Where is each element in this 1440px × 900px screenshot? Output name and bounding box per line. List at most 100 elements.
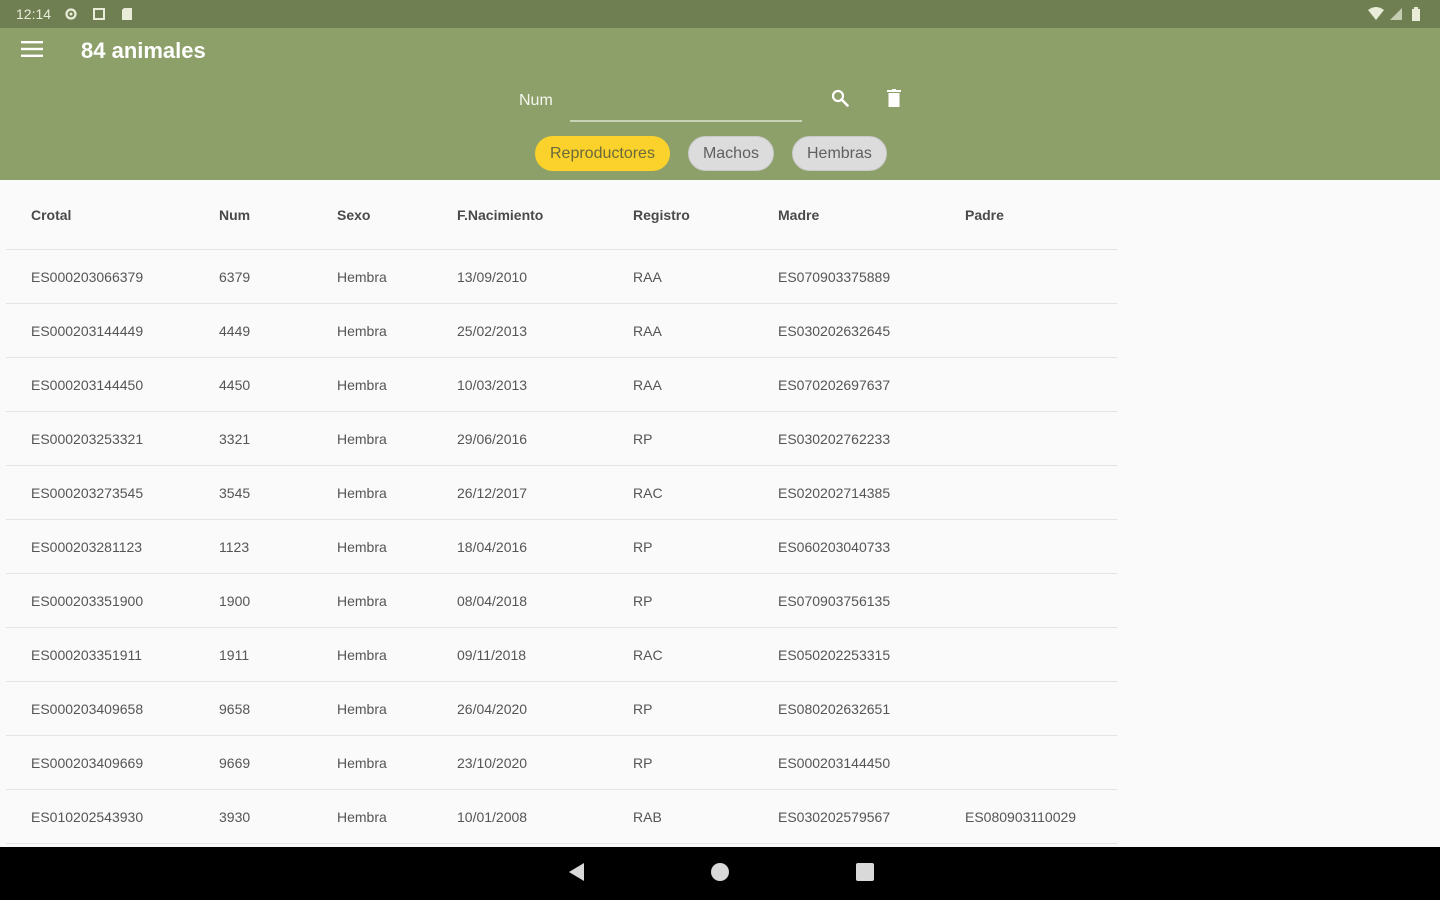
trash-icon	[887, 88, 901, 112]
table-row[interactable]: ES010202543930 3930 Hembra 10/01/2008 RAB ES0…	[6, 789, 1117, 844]
column-header-fnacimiento[interactable]: F.Nacimiento	[432, 180, 608, 250]
recents-icon	[856, 862, 874, 886]
cell-madre: ES030202579567	[753, 789, 940, 844]
home-icon	[710, 862, 730, 887]
cell-madre: ES070903756135	[753, 573, 940, 628]
cell-registro: RAA	[608, 249, 753, 304]
column-header-num[interactable]: Num	[194, 180, 312, 250]
table-row[interactable]: ES000203144450 4450 Hembra 10/03/2013 RAA ES0…	[6, 357, 1117, 412]
table-row[interactable]: ES000203253321 3321 Hembra 29/06/2016 RP ES03…	[6, 411, 1117, 466]
menu-button[interactable]	[14, 36, 50, 66]
chip-reproductores[interactable]: Reproductores	[535, 136, 670, 171]
cell-sexo: Hembra	[312, 627, 432, 682]
sd-card-icon	[119, 6, 135, 22]
navigation-bar	[0, 847, 1440, 900]
cell-crotal: ES000203066379	[6, 249, 194, 304]
cell-padre	[940, 411, 1117, 466]
cell-num: 4450	[194, 357, 312, 412]
cell-registro: RP	[608, 735, 753, 790]
signal-icon	[1388, 6, 1404, 22]
status-time: 12:14	[16, 6, 52, 22]
app-bar: 84 animales Num Reproductores Machos Hem…	[0, 28, 1440, 180]
status-left: 12:14	[16, 6, 135, 22]
cell-padre	[940, 681, 1117, 736]
table-row[interactable]: ES000203409658 9658 Hembra 26/04/2020 RP ES08…	[6, 681, 1117, 736]
cell-fnacimiento: 23/10/2020	[432, 735, 608, 790]
cell-sexo: Hembra	[312, 249, 432, 304]
cell-registro: RAB	[608, 789, 753, 844]
back-button[interactable]	[563, 861, 589, 887]
cell-madre: ES030202632645	[753, 303, 940, 358]
screen-icon	[91, 6, 107, 22]
cell-crotal: ES000203351900	[6, 573, 194, 628]
column-header-padre[interactable]: Padre	[940, 180, 1117, 250]
battery-icon	[1408, 6, 1424, 22]
cell-padre	[940, 465, 1117, 520]
table-row[interactable]: ES000203351911 1911 Hembra 09/11/2018 RAC ES0…	[6, 627, 1117, 682]
home-button[interactable]	[707, 861, 733, 887]
cell-sexo: Hembra	[312, 303, 432, 358]
column-header-crotal[interactable]: Crotal	[6, 180, 194, 250]
delete-button[interactable]	[880, 86, 908, 114]
search-row: Num	[516, 84, 916, 132]
table-row[interactable]: ES000203351900 1900 Hembra 08/04/2018 RP ES07…	[6, 573, 1117, 628]
status-bar: 12:14	[0, 0, 1440, 28]
cell-fnacimiento: 26/04/2020	[432, 681, 608, 736]
cell-sexo: Hembra	[312, 357, 432, 412]
column-header-registro[interactable]: Registro	[608, 180, 753, 250]
cell-crotal: ES000203351911	[6, 627, 194, 682]
settings-icon	[63, 6, 79, 22]
cell-fnacimiento: 08/04/2018	[432, 573, 608, 628]
table-row[interactable]: ES000203409669 9669 Hembra 23/10/2020 RP ES00…	[6, 735, 1117, 790]
cell-crotal: ES000203144449	[6, 303, 194, 358]
cell-registro: RP	[608, 573, 753, 628]
cell-padre	[940, 519, 1117, 574]
cell-num: 9669	[194, 735, 312, 790]
cell-madre: ES020202714385	[753, 465, 940, 520]
cell-sexo: Hembra	[312, 465, 432, 520]
table-row[interactable]: ES000203066379 6379 Hembra 13/09/2010 RAA ES0…	[6, 249, 1117, 304]
cell-num: 3930	[194, 789, 312, 844]
cell-num: 1911	[194, 627, 312, 682]
search-button[interactable]	[826, 86, 854, 114]
cell-padre: ES080903110029	[940, 789, 1117, 844]
cell-crotal: ES010202543930	[6, 789, 194, 844]
table-body: ES000203066379 6379 Hembra 13/09/2010 RAA ES0…	[6, 249, 1117, 844]
cell-num: 1123	[194, 519, 312, 574]
table-row[interactable]: ES000203273545 3545 Hembra 26/12/2017 RAC ES0…	[6, 465, 1117, 520]
cell-padre	[940, 303, 1117, 358]
cell-madre: ES060203040733	[753, 519, 940, 574]
cell-crotal: ES000203409669	[6, 735, 194, 790]
column-header-madre[interactable]: Madre	[753, 180, 940, 250]
cell-madre: ES050202253315	[753, 627, 940, 682]
column-header-sexo[interactable]: Sexo	[312, 180, 432, 250]
cell-num: 3321	[194, 411, 312, 466]
table-header-row: Crotal Num Sexo F.Nacimiento Registro Ma…	[6, 180, 1117, 250]
cell-padre	[940, 735, 1117, 790]
search-input[interactable]	[570, 86, 802, 122]
cell-madre: ES070903375889	[753, 249, 940, 304]
search-icon	[831, 89, 849, 112]
cell-num: 9658	[194, 681, 312, 736]
cell-registro: RAA	[608, 357, 753, 412]
filter-chips-group: Reproductores Machos Hembras	[535, 136, 887, 171]
chip-machos[interactable]: Machos	[687, 136, 774, 171]
table-row[interactable]: ES000203281123 1123 Hembra 18/04/2016 RP ES06…	[6, 519, 1117, 574]
status-right	[1368, 6, 1424, 22]
table-row[interactable]: ES000203144449 4449 Hembra 25/02/2013 RAA ES0…	[6, 303, 1117, 358]
cell-fnacimiento: 13/09/2010	[432, 249, 608, 304]
cell-sexo: Hembra	[312, 735, 432, 790]
cell-fnacimiento: 10/01/2008	[432, 789, 608, 844]
cell-fnacimiento: 25/02/2013	[432, 303, 608, 358]
cell-sexo: Hembra	[312, 573, 432, 628]
cell-registro: RP	[608, 681, 753, 736]
chip-hembras[interactable]: Hembras	[791, 136, 887, 171]
recents-button[interactable]	[852, 861, 878, 887]
back-icon	[567, 862, 585, 887]
cell-sexo: Hembra	[312, 789, 432, 844]
cell-madre: ES030202762233	[753, 411, 940, 466]
cell-registro: RP	[608, 411, 753, 466]
page-title: 84 animales	[81, 38, 206, 63]
cell-registro: RAC	[608, 465, 753, 520]
cell-num: 1900	[194, 573, 312, 628]
